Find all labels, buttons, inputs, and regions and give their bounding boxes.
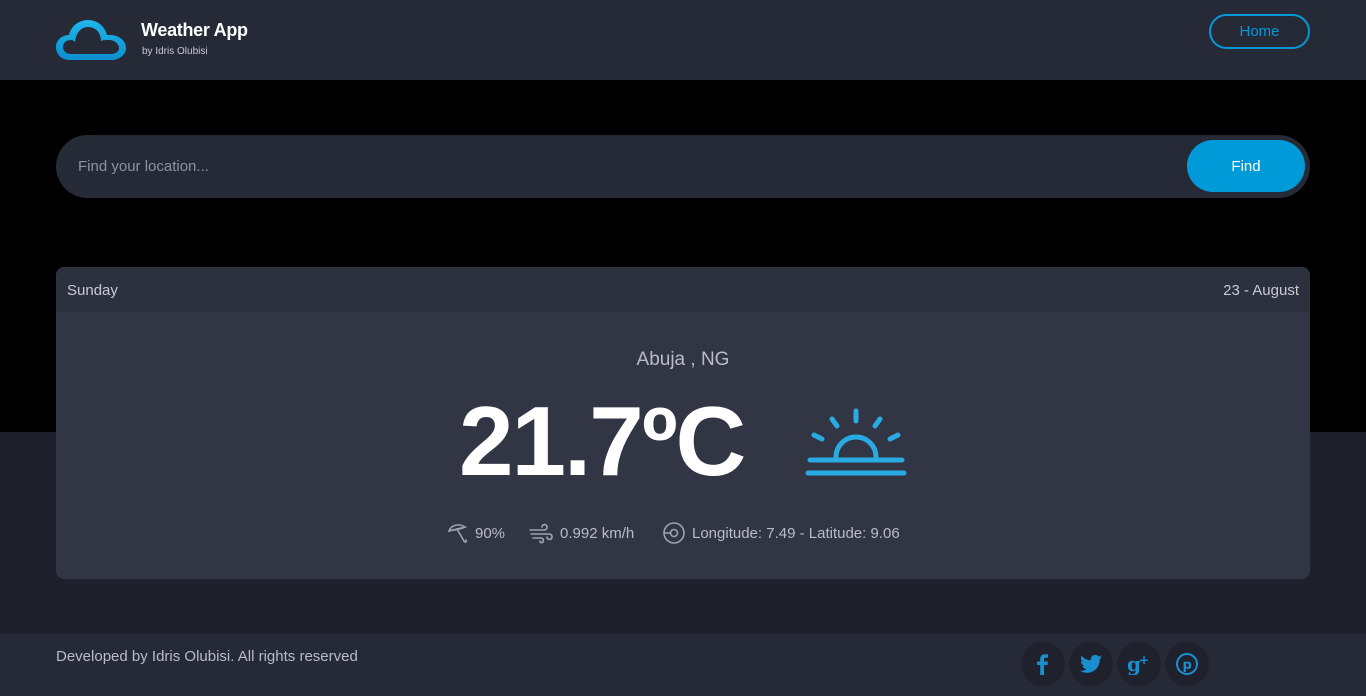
humidity-value: 90% [475, 524, 506, 542]
compass-icon [663, 522, 685, 544]
sunrise-icon [805, 408, 907, 476]
search-bar: Find [56, 135, 1310, 198]
location-name: Abuja , NG [636, 349, 730, 370]
twitter-icon [1080, 654, 1102, 673]
temperature: 21.7ºC [459, 386, 746, 496]
date-label: 23 - August [1223, 282, 1299, 299]
wind-stat: 0.992 km/h [528, 521, 634, 545]
wind-icon [529, 523, 553, 544]
copyright-text: Developed by Idris Olubisi. All rights r… [56, 648, 358, 665]
facebook-link[interactable] [1021, 642, 1065, 686]
coordinates-value: Longitude: 7.49 - Latitude: 9.06 [692, 524, 900, 542]
umbrella-icon [447, 524, 468, 543]
twitter-link[interactable] [1069, 642, 1113, 686]
facebook-icon [1037, 654, 1048, 675]
svg-text:p: p [1183, 658, 1192, 673]
pinterest-link[interactable]: p [1165, 642, 1209, 686]
pinterest-icon: p [1176, 653, 1198, 675]
cloud-icon[interactable] [56, 18, 126, 62]
coordinates-stat: Longitude: 7.49 - Latitude: 9.06 [662, 521, 900, 545]
find-button[interactable]: Find [1187, 140, 1305, 192]
day-label: Sunday [67, 282, 118, 299]
app-title: Weather App [141, 20, 248, 40]
forecast-card-header: Sunday 23 - August [56, 267, 1310, 312]
google-plus-icon: g + [1127, 653, 1149, 675]
site-footer: Developed by Idris Olubisi. All rights r… [0, 634, 1366, 696]
app-subtitle: by Idris Olubisi [142, 46, 208, 57]
google-plus-link[interactable]: g + [1117, 642, 1161, 686]
forecast-card: Sunday 23 - August Abuja , NG 21.7ºC 90% [56, 267, 1310, 579]
humidity-stat: 90% [445, 521, 505, 545]
wind-value: 0.992 km/h [560, 524, 635, 542]
svg-text:+: + [1139, 653, 1149, 667]
home-button[interactable]: Home [1209, 14, 1310, 49]
search-input[interactable] [78, 135, 1178, 198]
site-header: Weather App by Idris Olubisi Home [0, 0, 1366, 80]
